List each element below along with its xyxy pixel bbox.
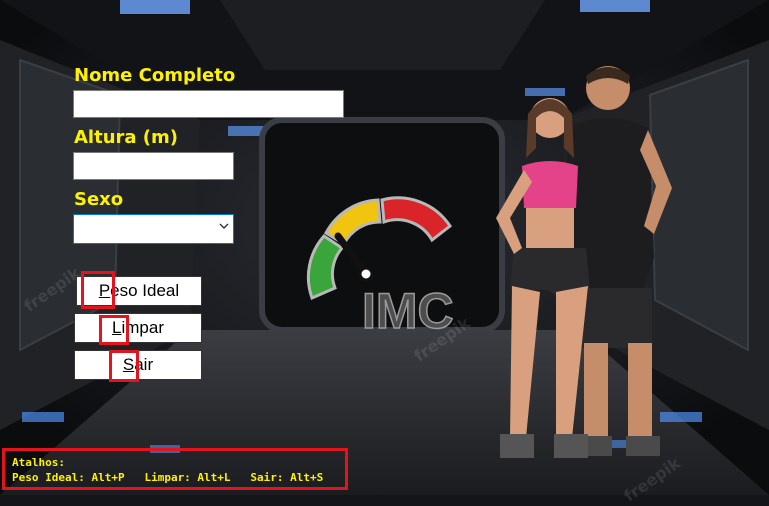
- height-label: Altura (m): [74, 127, 179, 148]
- chevron-down-icon: [219, 223, 229, 229]
- limpar-button[interactable]: Limpar: [74, 313, 202, 343]
- sair-button[interactable]: Sair: [74, 350, 202, 380]
- name-input[interactable]: [73, 90, 344, 118]
- shortcuts-title: Atalhos:: [12, 456, 65, 469]
- sex-label: Sexo: [74, 189, 124, 210]
- sex-select[interactable]: [73, 214, 234, 244]
- name-label: Nome Completo: [74, 65, 236, 86]
- shortcuts-panel: Atalhos: Peso Ideal: Alt+P Limpar: Alt+L…: [2, 448, 348, 490]
- sair-accel: S: [122, 355, 135, 374]
- limpar-label: impar: [121, 318, 164, 337]
- peso-ideal-label: eso Ideal: [110, 281, 180, 300]
- fitness-couple-image: [496, 66, 672, 458]
- shortcuts-line: Peso Ideal: Alt+P Limpar: Alt+L Sair: Al…: [12, 471, 324, 484]
- peso-ideal-accel: P: [98, 281, 111, 300]
- sair-label: air: [134, 355, 154, 374]
- height-input[interactable]: [73, 152, 234, 180]
- peso-ideal-button[interactable]: Peso Ideal: [76, 276, 202, 306]
